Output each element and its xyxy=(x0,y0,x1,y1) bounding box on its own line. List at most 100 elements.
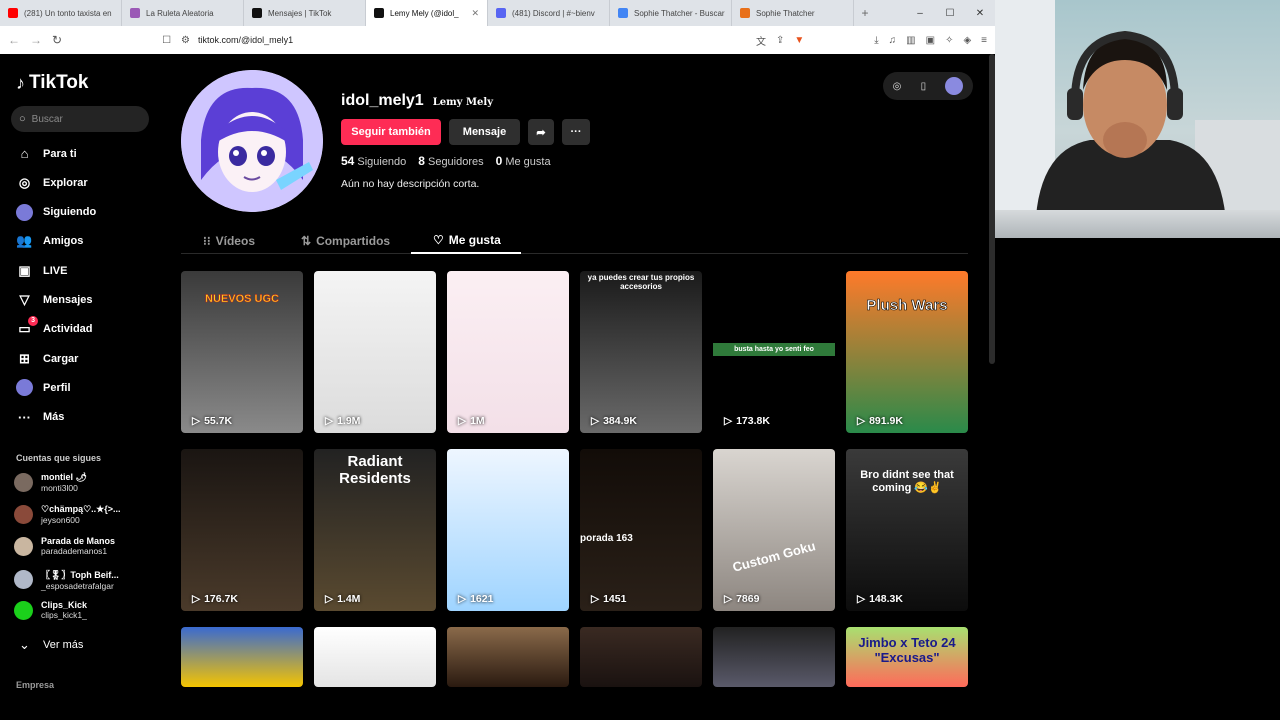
reload-icon[interactable]: ↻ xyxy=(52,33,62,47)
avatar xyxy=(14,570,33,589)
browser-tab[interactable]: Lemy Mely (@idol_ ✕ xyxy=(366,0,488,26)
profile-avatar xyxy=(181,70,323,212)
tab-favicon-icon xyxy=(130,8,140,18)
video-card[interactable]: Plush Wars ▷ 891.9K xyxy=(846,271,968,433)
footer-company-link[interactable]: Empresa xyxy=(16,680,54,690)
profile-nickname: Lemy Mely xyxy=(432,97,494,108)
forward-icon[interactable]: → xyxy=(30,33,42,47)
vpn-icon[interactable]: ◈ xyxy=(963,35,971,46)
search-input[interactable]: ○ Buscar xyxy=(11,106,149,132)
download-icon[interactable]: ⤓ xyxy=(874,35,878,46)
browser-tab[interactable]: (481) Discord | #~bienv xyxy=(488,0,610,26)
video-card[interactable]: Custom Goku ▷ 7869 xyxy=(713,449,835,611)
close-tab-icon[interactable]: ✕ xyxy=(471,8,479,19)
play-icon: ▷ xyxy=(325,593,334,605)
brave-shield-icon[interactable]: ▼ xyxy=(794,35,804,46)
followed-account[interactable]: Clips_Kick clips_kick1_ xyxy=(14,600,87,620)
translate-icon[interactable]: 文 xyxy=(756,33,766,48)
followed-account[interactable]: ♡chämpą♡..★{>... jeyson600 xyxy=(14,504,120,525)
followed-account[interactable]: montiel 🌶 monti3l00 xyxy=(14,472,87,493)
video-card[interactable] xyxy=(314,627,436,687)
video-card[interactable]: ▷ 176.7K xyxy=(181,449,303,611)
tab-liked[interactable]: ♡ Me gusta xyxy=(411,228,521,254)
browser-tab[interactable]: Mensajes | TikTok xyxy=(244,0,366,26)
view-count-text: 1.9M xyxy=(337,415,361,427)
share-profile-button[interactable]: ➦ xyxy=(528,119,554,145)
video-card[interactable] xyxy=(181,627,303,687)
sidebar-item-amigos[interactable]: 👥 Amigos xyxy=(16,233,83,250)
user-avatar-icon[interactable] xyxy=(945,77,964,95)
share-icon[interactable]: ⇪ xyxy=(776,35,784,46)
back-icon[interactable]: ← xyxy=(8,33,20,47)
phone-icon[interactable]: ▯ xyxy=(921,81,927,92)
browser-tab-label: Lemy Mely (@idol_ xyxy=(390,8,459,18)
video-card[interactable]: NUEVOS UGC ▷ 55.7K xyxy=(181,271,303,433)
video-view-count: ▷ 176.7K xyxy=(192,593,238,605)
tab-videos[interactable]: ⁝⁝ Vídeos xyxy=(203,228,255,254)
sidebar-item-cargar[interactable]: ⊞ Cargar xyxy=(16,350,78,367)
video-card[interactable]: Bro didnt see that coming 😂✌ ▷ 148.3K xyxy=(846,449,968,611)
video-card[interactable] xyxy=(580,627,702,687)
sidebar-item-más[interactable]: ··· Más xyxy=(16,409,64,426)
maximize-icon[interactable]: ☐ xyxy=(935,8,965,19)
sidebar-item-siguiendo[interactable]: Siguiendo xyxy=(16,203,97,221)
browser-tab[interactable]: Sophie Thatcher - Buscar xyxy=(610,0,732,26)
account-name: montiel 🌶 xyxy=(41,472,87,482)
sidebar-item-label: Actividad xyxy=(43,323,93,336)
see-more-button[interactable]: ⌄ Ver más xyxy=(16,636,83,653)
browser-tab[interactable]: Sophie Thatcher xyxy=(732,0,854,26)
follow-back-button[interactable]: Seguir también xyxy=(341,119,441,145)
media-icon[interactable]: ♫ xyxy=(889,35,897,46)
stat-followers[interactable]: 8 Seguidores xyxy=(418,154,483,168)
video-card[interactable]: ya puedes crear tus propios accesorios ▷ 3… xyxy=(580,271,702,433)
video-card[interactable]: porada 163 ▷ 1451 xyxy=(580,449,702,611)
site-info-icon[interactable]: ⚙ xyxy=(181,35,190,46)
sidebar-item-perfil[interactable]: Perfil xyxy=(16,379,71,397)
sidebar-toggle-icon[interactable]: ▥ xyxy=(906,35,915,46)
video-card[interactable]: ▷ 1M xyxy=(447,271,569,433)
minimize-icon[interactable]: – xyxy=(905,8,935,19)
video-card[interactable]: ▷ 1621 xyxy=(447,449,569,611)
browser-tab[interactable]: (281) Un tonto taxista en xyxy=(0,0,122,26)
profile-avatar-icon xyxy=(16,379,33,397)
view-count-text: 891.9K xyxy=(869,415,903,427)
followed-account[interactable]: Parada de Manos paradademanos1 xyxy=(14,536,115,556)
stat-following[interactable]: 54 Siguiendo xyxy=(341,154,406,168)
new-tab-button[interactable]: + xyxy=(854,6,876,20)
sidebar-item-para-ti[interactable]: ⌂ Para ti xyxy=(16,145,77,162)
video-card[interactable] xyxy=(713,627,835,687)
account-name: ♡chämpą♡..★{>... xyxy=(41,504,121,514)
tiktok-logo[interactable]: ♪ TikTok xyxy=(16,72,88,94)
heart-icon: ♡ xyxy=(433,233,444,247)
tab-favicon-icon xyxy=(8,8,18,18)
leo-ai-icon[interactable]: ✧ xyxy=(945,35,953,46)
bookmark-icon[interactable]: ☐ xyxy=(162,35,171,46)
url-field[interactable]: ⚙ tiktok.com/@idol_mely1 xyxy=(181,35,746,46)
wallet-icon[interactable]: ▣ xyxy=(926,35,935,46)
activity-icon: ▭ 3 xyxy=(16,315,38,338)
live-icon: ▣ xyxy=(18,262,31,278)
message-button[interactable]: Mensaje xyxy=(449,119,520,145)
more-options-button[interactable]: ··· xyxy=(562,119,590,145)
sidebar-item-label: Siguiendo xyxy=(43,206,97,219)
video-card[interactable]: busta hasta yo senti feo ▷ 173.8K xyxy=(713,271,835,433)
video-card[interactable]: Radiant Residents ▷ 1.4M xyxy=(314,449,436,611)
video-card[interactable] xyxy=(447,627,569,687)
sidebar-item-live[interactable]: ▣ LIVE xyxy=(16,262,67,279)
close-window-icon[interactable]: ✕ xyxy=(965,8,995,19)
sidebar-item-label: LIVE xyxy=(43,264,68,277)
tab-reposts[interactable]: ⇅ Compartidos xyxy=(301,228,390,254)
sidebar-item-explorar[interactable]: ◎ Explorar xyxy=(16,174,88,191)
sidebar-item-label: Mensajes xyxy=(43,294,93,306)
avatar xyxy=(14,600,33,620)
browser-tab-label: Sophie Thatcher xyxy=(756,8,815,18)
compass-icon[interactable]: ◎ xyxy=(893,81,902,92)
followed-account[interactable]: 〖🎖〗Toph Beif... _esposadetrafalgar xyxy=(14,568,119,591)
video-card[interactable]: Jimbo x Teto 24 "Excusas" xyxy=(846,627,968,687)
browser-tab[interactable]: La Ruleta Aleatoria xyxy=(122,0,244,26)
webcam-person xyxy=(1035,30,1227,238)
video-card[interactable]: ▷ 1.9M xyxy=(314,271,436,433)
sidebar-item-actividad[interactable]: ▭ 3 Actividad xyxy=(16,315,93,338)
sidebar-item-mensajes[interactable]: ▽ Mensajes xyxy=(16,292,93,309)
menu-icon[interactable]: ≡ xyxy=(981,35,987,46)
